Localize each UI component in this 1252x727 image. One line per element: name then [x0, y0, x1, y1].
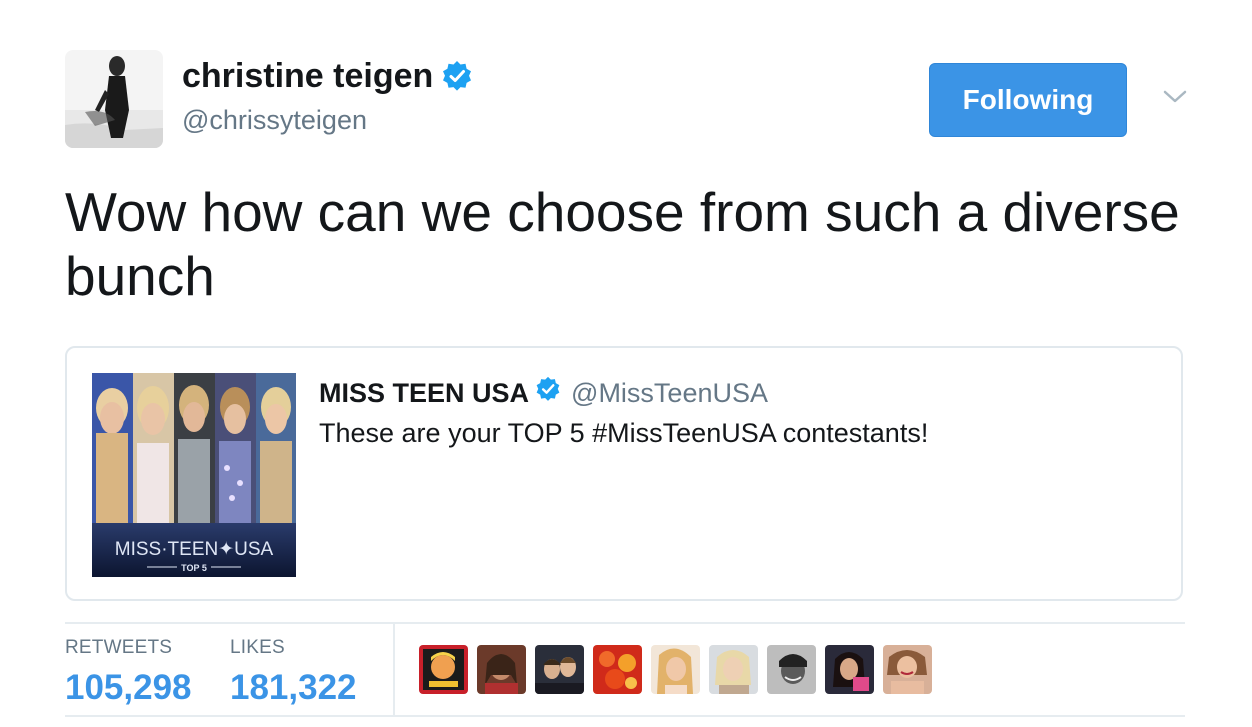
- quoted-tweet-text: These are your TOP 5 #MissTeenUSA contes…: [319, 418, 929, 448]
- tweet-text: Wow how can we choose from such a divers…: [65, 181, 1180, 307]
- author-name-text[interactable]: christine teigen: [182, 56, 433, 96]
- liker-avatar[interactable]: [767, 645, 816, 694]
- liker-avatar[interactable]: [825, 645, 874, 694]
- liker-avatar[interactable]: [535, 645, 584, 694]
- tweet-container: christine teigen @chrissyteigen Followin…: [0, 0, 1252, 727]
- retweets-count[interactable]: 105,298: [65, 666, 192, 710]
- liker-avatar[interactable]: [883, 645, 932, 694]
- quoted-tweet-image[interactable]: MISS·TEEN✦USA TOP 5: [92, 373, 296, 577]
- quoted-author-name[interactable]: MISS TEEN USA: [319, 377, 529, 409]
- quoted-verified-badge-icon: [535, 376, 561, 409]
- stats-divider-vertical: [393, 624, 395, 715]
- stats-divider-bottom: [65, 715, 1185, 717]
- quoted-tweet-card[interactable]: MISS·TEEN✦USA TOP 5 MISS TEEN USA @MissT…: [65, 346, 1183, 601]
- author-avatar[interactable]: [65, 50, 163, 148]
- liker-avatar[interactable]: [477, 645, 526, 694]
- chevron-down-icon[interactable]: [1160, 82, 1190, 112]
- author-name[interactable]: christine teigen: [182, 56, 473, 96]
- following-button[interactable]: Following: [929, 63, 1127, 137]
- likes-count[interactable]: 181,322: [230, 666, 357, 710]
- likes-label: LIKES: [230, 637, 285, 658]
- quoted-tweet-author[interactable]: MISS TEEN USA @MissTeenUSA: [319, 376, 768, 409]
- verified-badge-icon: [441, 60, 473, 92]
- retweets-label: RETWEETS: [65, 637, 173, 658]
- image-logo-text: MISS·TEEN✦USA: [115, 539, 274, 560]
- image-sub-text: TOP 5: [181, 563, 207, 573]
- liker-avatar[interactable]: [593, 645, 642, 694]
- author-handle[interactable]: @chrissyteigen: [182, 104, 367, 136]
- liker-avatar[interactable]: [709, 645, 758, 694]
- stats-divider-top: [65, 622, 1185, 624]
- liker-avatar[interactable]: [419, 645, 468, 694]
- retweets-stat[interactable]: RETWEETS 105,298: [65, 636, 192, 710]
- liker-avatars: [419, 645, 932, 694]
- liker-avatar[interactable]: [651, 645, 700, 694]
- likes-stat[interactable]: LIKES 181,322: [230, 636, 357, 710]
- quoted-author-handle[interactable]: @MissTeenUSA: [571, 377, 768, 409]
